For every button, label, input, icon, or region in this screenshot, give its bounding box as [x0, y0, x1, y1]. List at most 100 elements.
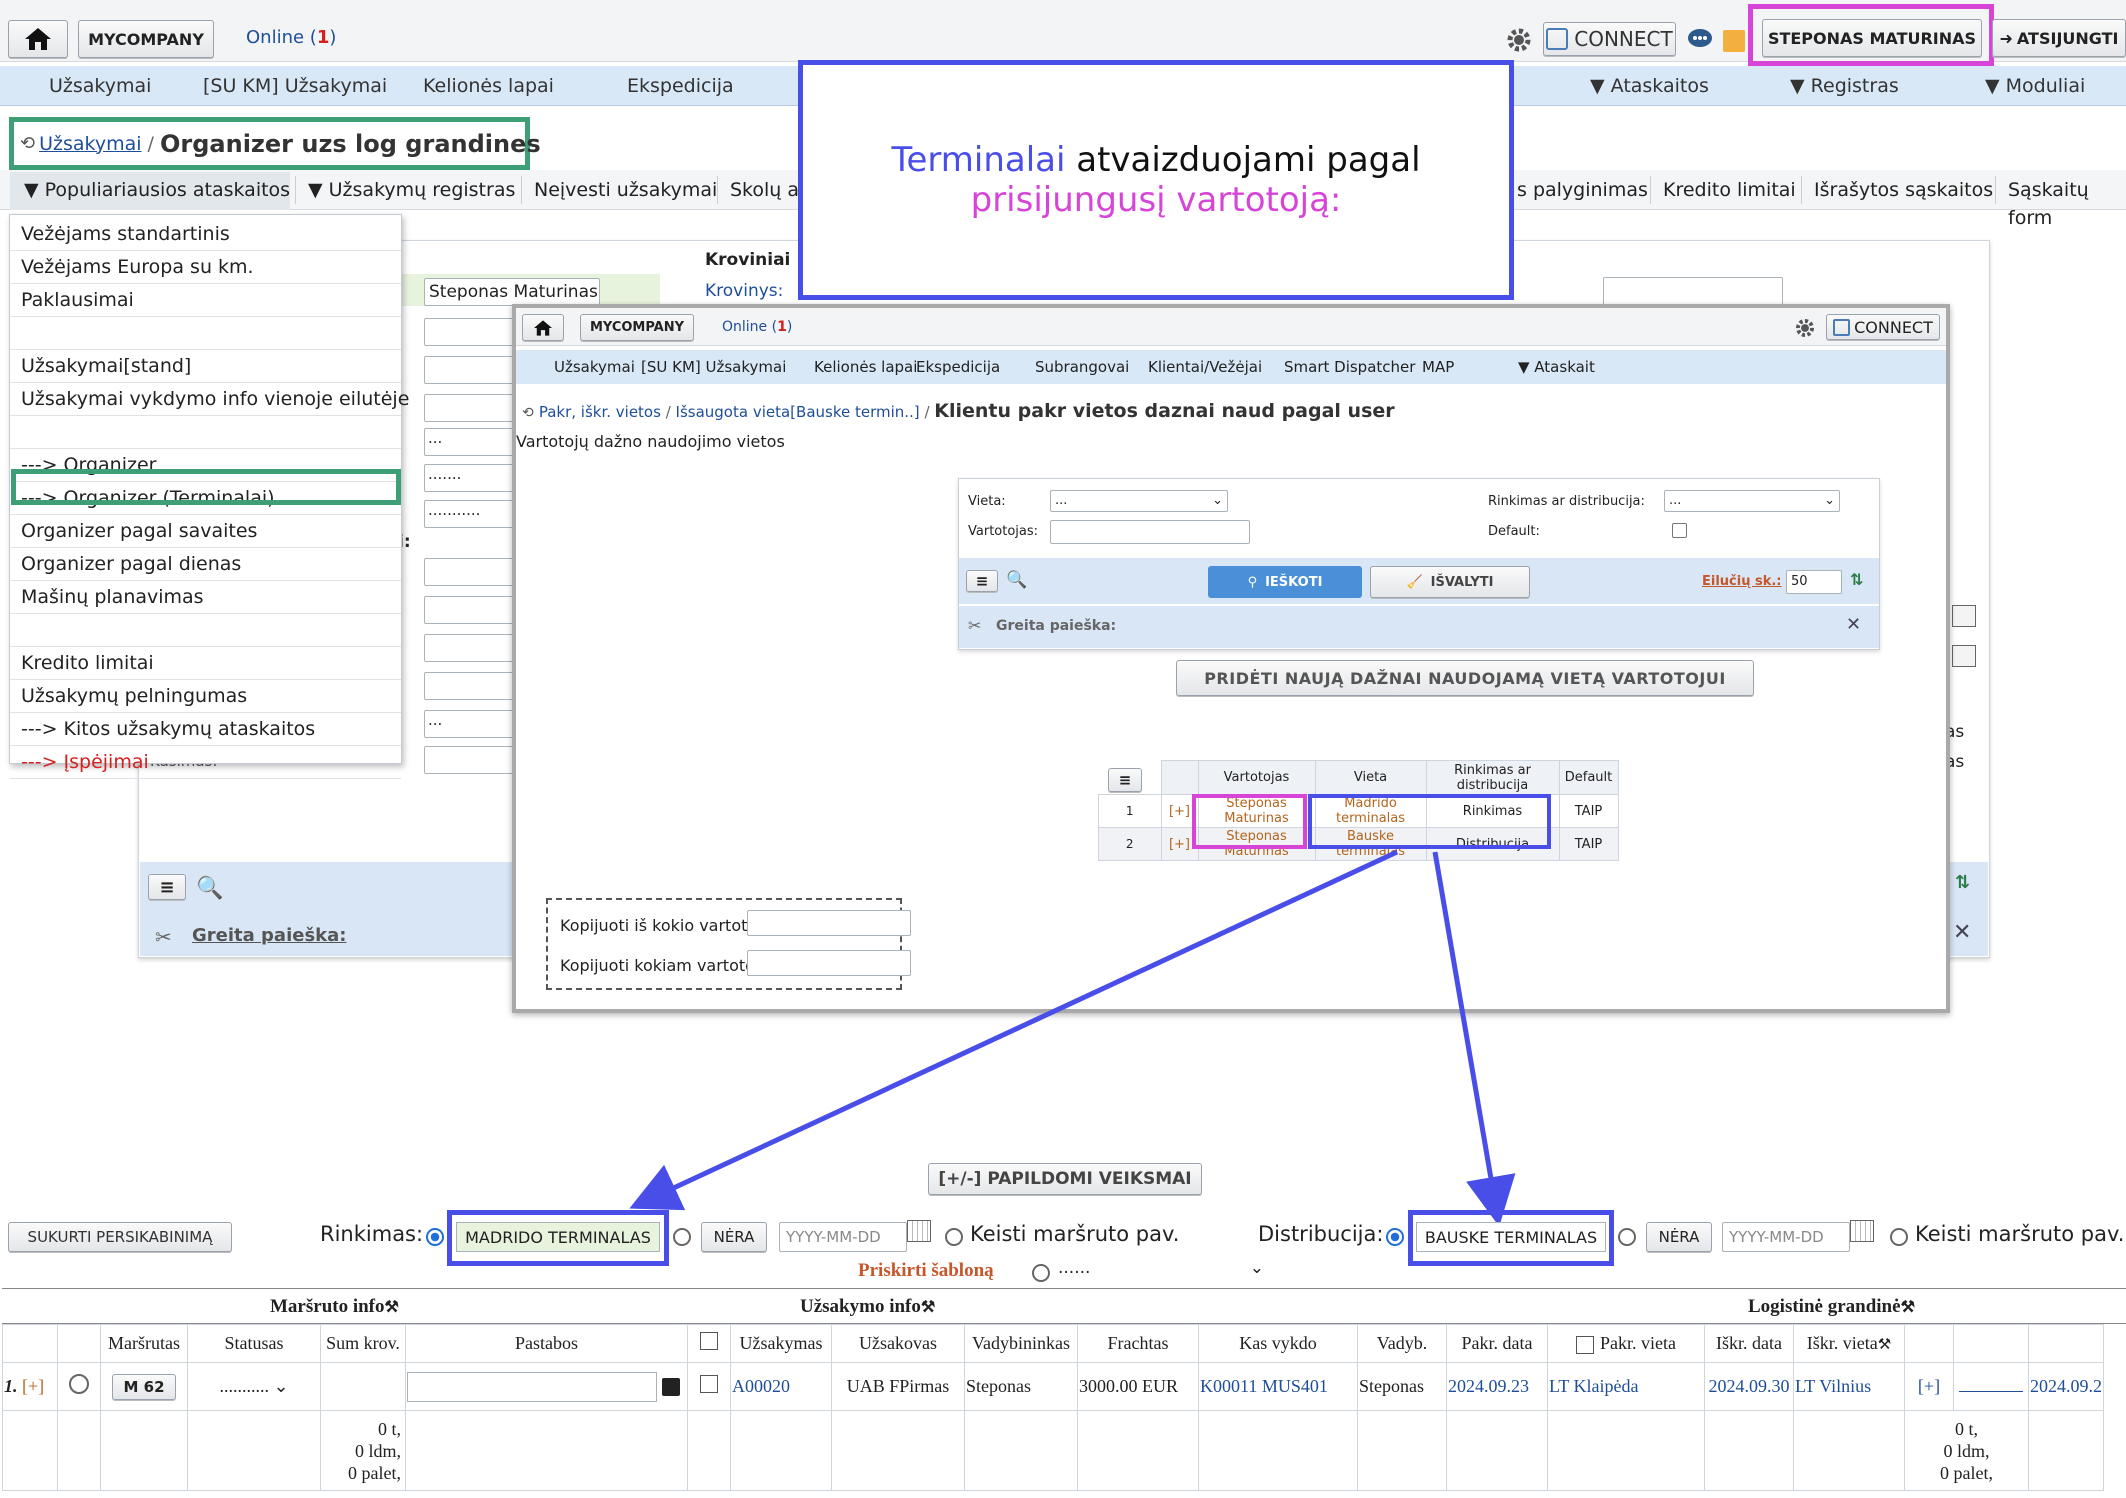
distribucija-label: Distribucija: [1258, 1222, 1384, 1246]
gr-status[interactable]: ........... ⌄ [187, 1362, 321, 1411]
notes-input[interactable] [407, 1371, 657, 1402]
row-checkbox[interactable] [700, 1375, 718, 1393]
sum-pallets-2: 0 palet, [1940, 1462, 1993, 1483]
sr-2 [57, 1410, 101, 1491]
gr-unload-date[interactable]: 2024.09.30 [1704, 1362, 1794, 1411]
rinkimas-label: Rinkimas: [320, 1222, 424, 1246]
sr-sum-2: 0 t, 0 ldm, 0 palet, [1904, 1410, 2029, 1491]
row-number: 1. [4, 1376, 18, 1396]
gh-extra-1 [1904, 1324, 1954, 1363]
gh-num [2, 1324, 58, 1363]
sum-tons-2: 0 t, [1954, 1418, 1978, 1439]
tools-icon[interactable]: ⚒ [1901, 1299, 1915, 1316]
route-button[interactable]: M 62 [112, 1373, 176, 1400]
sum-ldm-2: 0 ldm, [1943, 1440, 1990, 1461]
gr-notes[interactable] [405, 1362, 688, 1411]
distribucija-radio-selected[interactable] [1386, 1228, 1404, 1246]
distribucija-value-field[interactable]: BAUSKE TERMINALAS [1416, 1222, 1606, 1252]
gh-extra-3 [2028, 1324, 2104, 1363]
sr-4 [187, 1410, 321, 1491]
sr-20 [2028, 1410, 2104, 1491]
gr-sum [320, 1362, 406, 1411]
assign-template-label: Priskirti šabloną [858, 1260, 994, 1281]
gr-load-date[interactable]: 2024.09.23 [1446, 1362, 1548, 1411]
group-logistine: Logistinė grandinė⚒ [1748, 1296, 1915, 1318]
gh-radio [57, 1324, 101, 1363]
rinkimas-value-field[interactable]: MADRIDO TERMINALAS [456, 1222, 660, 1252]
orders-grid: Maršrutas Statusas Sum krov. Pastabos Už… [2, 1324, 2104, 1491]
gh-iskr-data[interactable]: Iškr. data [1704, 1324, 1794, 1363]
sr-8 [730, 1410, 832, 1491]
gr-client: UAB FPirmas [831, 1362, 965, 1411]
gh-vadyb[interactable]: Vadyb. [1357, 1324, 1447, 1363]
gh-marsrutas[interactable]: Maršrutas [100, 1324, 188, 1363]
keisti-label-2: Keisti maršruto pav. [1915, 1222, 2125, 1246]
empty-link[interactable] [1959, 1391, 2023, 1392]
row-radio[interactable] [69, 1374, 89, 1394]
chevron-down-icon: ⌄ [273, 1376, 289, 1396]
tools-icon[interactable]: ⚒ [921, 1299, 935, 1316]
calendar-icon-2[interactable] [1850, 1220, 1874, 1242]
header-checkbox[interactable] [700, 1332, 718, 1350]
keisti-label-1: Keisti maršruto pav. [970, 1222, 1180, 1246]
keisti-radio-1[interactable] [945, 1228, 963, 1246]
pakr-checkbox[interactable] [1576, 1335, 1594, 1354]
gh-iskr-vieta-label: Iškr. vieta [1806, 1333, 1878, 1353]
gh-kas-vykdo[interactable]: Kas vykdo [1198, 1324, 1358, 1363]
tools-icon[interactable]: ⚒ [385, 1299, 399, 1316]
tools-icon[interactable]: ⚒ [1878, 1337, 1891, 1353]
gr-radio[interactable] [57, 1362, 101, 1411]
gh-extra-2 [1953, 1324, 2029, 1363]
calendar-icon-1[interactable] [907, 1220, 931, 1242]
nera-button-1[interactable]: NĖRA [701, 1222, 767, 1252]
gr-check[interactable] [687, 1362, 731, 1411]
gh-pastabos[interactable]: Pastabos [405, 1324, 688, 1363]
gh-sum-krov[interactable]: Sum krov. [320, 1324, 406, 1363]
gh-uzsakymas[interactable]: Užsakymas [730, 1324, 832, 1363]
gh-statusas[interactable]: Statusas [187, 1324, 321, 1363]
gh-frachtas[interactable]: Frachtas [1077, 1324, 1199, 1363]
gr-date-trunc[interactable]: 2024.09.2 [2028, 1362, 2104, 1411]
keisti-radio-2[interactable] [1890, 1228, 1908, 1246]
template-select-value: ...... [1058, 1258, 1091, 1278]
distribucija-radio-nera[interactable] [1618, 1228, 1636, 1246]
sr-14 [1446, 1410, 1548, 1491]
group-uzsakymo-info: Užsakymo info⚒ [800, 1296, 935, 1318]
sr-sum: 0 t, 0 ldm, 0 palet, [320, 1410, 406, 1491]
gr-manager: Steponas [964, 1362, 1078, 1411]
gr-order[interactable]: A00020 [730, 1362, 832, 1411]
sum-tons: 0 t, [377, 1418, 401, 1439]
gh-pakr-vieta[interactable]: Pakr. vieta [1547, 1324, 1705, 1363]
nera-button-2[interactable]: NĖRA [1646, 1222, 1712, 1252]
sr-6 [405, 1410, 688, 1491]
date-input-2[interactable]: YYYY-MM-DD [1722, 1222, 1850, 1252]
gr-executor[interactable]: K00011 MUS401 [1198, 1362, 1358, 1411]
sr-17 [1793, 1410, 1905, 1491]
gr-freight: 3000.00 EUR [1077, 1362, 1199, 1411]
date-input-1[interactable]: YYYY-MM-DD [779, 1222, 907, 1252]
rinkimas-radio-nera[interactable] [673, 1228, 691, 1246]
template-select[interactable]: ...... ⌄ [1058, 1258, 1270, 1286]
gr-load-place[interactable]: LT Klaipėda [1547, 1362, 1705, 1411]
gh-pakr-data[interactable]: Pakr. data [1446, 1324, 1548, 1363]
gr-vadyb: Steponas [1357, 1362, 1447, 1411]
gr-unload-place[interactable]: LT Vilnius [1793, 1362, 1905, 1411]
gh-uzsakovas[interactable]: Užsakovas [831, 1324, 965, 1363]
create-transfer-button[interactable]: SUKURTI PERSIKABINIMĄ [8, 1222, 232, 1252]
group-uzsakymo-label: Užsakymo info [800, 1296, 921, 1317]
more-actions-button[interactable]: [+/-] PAPILDOMI VEIKSMAI [928, 1163, 1202, 1195]
status-select-value[interactable]: ........... [219, 1376, 269, 1396]
rinkimas-radio-selected[interactable] [426, 1228, 444, 1246]
gh-check[interactable] [687, 1324, 731, 1363]
gr-plus2[interactable]: [+] [1904, 1362, 1954, 1411]
sr-11 [1077, 1410, 1199, 1491]
arrow-to-bauske [1432, 851, 1516, 1227]
gh-vadybininkas[interactable]: Vadybininkas [964, 1324, 1078, 1363]
gh-iskr-vieta[interactable]: Iškr. vieta⚒ [1793, 1324, 1905, 1363]
save-icon[interactable] [661, 1377, 680, 1396]
gr-route[interactable]: M 62 [100, 1362, 188, 1411]
row-expand[interactable]: [+] [22, 1376, 44, 1396]
assign-template-radio[interactable] [1032, 1264, 1050, 1282]
sr-10 [964, 1410, 1078, 1491]
gr-empty-link[interactable] [1953, 1362, 2029, 1411]
